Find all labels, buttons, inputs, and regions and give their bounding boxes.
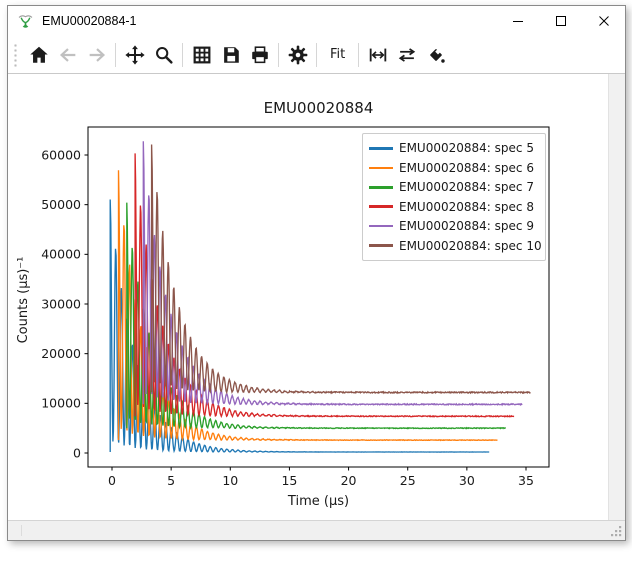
toolbar-separator [316,43,317,67]
x-tick-label: 25 [400,473,416,488]
grid-icon [191,44,213,66]
save-icon [220,44,242,66]
titlebar[interactable]: EMU00020884-1 [8,6,625,36]
gear-icon [287,44,309,66]
canvas-gutter [608,74,625,520]
y-tick-label: 30000 [41,296,81,311]
resize-grip-icon[interactable] [609,524,622,537]
plot-title: EMU00020884 [264,99,374,117]
toolbar-drag-handle[interactable] [12,42,19,68]
statusbar-separator [21,525,22,536]
plot-legend: EMU00020884: spec 5 EMU00020884: spec 6 EM… [362,133,546,261]
toolbar-separator [115,43,116,67]
legend-label: EMU00020884: spec 10 [399,239,542,253]
y-tick-label: 0 [73,445,81,460]
y-tick-label: 20000 [41,346,81,361]
legend-line-sample [369,244,393,247]
back-button[interactable] [53,40,82,70]
statusbar [8,520,625,540]
x-tick-label: 20 [341,473,357,488]
printer-icon [249,44,271,66]
x-axis-label: Time (μs) [287,494,349,509]
maximize-icon [555,15,567,27]
print-button[interactable] [245,40,274,70]
home-icon [28,44,50,66]
x-tick-label: 15 [281,473,297,488]
plot-window: EMU00020884-1 [7,5,626,541]
y-tick-label: 40000 [41,247,81,262]
minimize-icon [512,15,524,27]
close-icon [598,15,610,27]
x-tick-label: 30 [459,473,475,488]
y-tick-label: 60000 [41,147,81,162]
maximize-button[interactable] [539,6,582,36]
figure-canvas[interactable]: 0 5 10 15 20 25 30 35 0 10000 20000 30000 40000 50000… [8,74,608,520]
grid-button[interactable] [187,40,216,70]
legend-entry: EMU00020884: spec 7 [369,180,539,194]
minimize-button[interactable] [496,6,539,36]
window-title: EMU00020884-1 [42,14,137,28]
toolbar-separator [182,43,183,67]
pan-button[interactable] [120,40,149,70]
legend-label: EMU00020884: spec 7 [399,180,534,194]
x-range-button[interactable] [363,40,392,70]
zoom-button[interactable] [149,40,178,70]
legend-entry: EMU00020884: spec 6 [369,161,539,175]
legend-label: EMU00020884: spec 9 [399,219,534,233]
paint-bucket-icon [425,44,447,66]
legend-entry: EMU00020884: spec 5 [369,141,539,155]
toolbar-separator [278,43,279,67]
legend-line-sample [369,167,393,170]
legend-line-sample [369,186,393,189]
legend-entry: EMU00020884: spec 10 [369,239,539,253]
x-tick-label: 0 [108,473,116,488]
swap-axes-button[interactable] [392,40,421,70]
y-tick-label: 10000 [41,396,81,411]
legend-label: EMU00020884: spec 6 [399,161,534,175]
magnifier-icon [153,44,175,66]
fill-color-button[interactable] [421,40,450,70]
legend-entry: EMU00020884: spec 8 [369,200,539,214]
legend-line-sample [369,225,393,228]
legend-line-sample [369,147,393,150]
window-controls [496,6,625,36]
customize-button[interactable] [283,40,312,70]
pan-icon [124,44,146,66]
mantid-logo-icon [17,13,34,30]
y-axis-label: Counts (μs)⁻¹ [16,257,31,344]
save-button[interactable] [216,40,245,70]
back-arrow-icon [57,44,79,66]
x-tick-label: 10 [222,473,238,488]
legend-entry: EMU00020884: spec 9 [369,219,539,233]
legend-line-sample [369,205,393,208]
legend-label: EMU00020884: spec 5 [399,141,534,155]
x-tick-label: 35 [518,473,534,488]
forward-arrow-icon [86,44,108,66]
x-tick-label: 5 [167,473,175,488]
fit-button[interactable]: Fit [321,41,354,69]
y-tick-label: 50000 [41,197,81,212]
toolbar-separator [358,43,359,67]
close-button[interactable] [582,6,625,36]
home-button[interactable] [24,40,53,70]
plot-toolbar: Fit [8,36,625,74]
x-range-icon [367,44,389,66]
legend-label: EMU00020884: spec 8 [399,200,534,214]
forward-button[interactable] [82,40,111,70]
swap-arrows-icon [396,44,418,66]
